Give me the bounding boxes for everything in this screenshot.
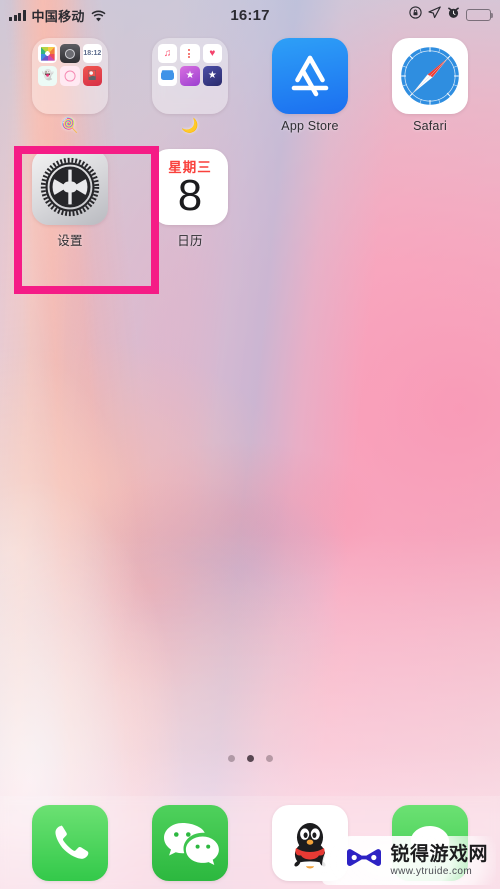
ghost-app-icon: 👻 — [38, 66, 58, 86]
safari-label: Safari — [413, 119, 447, 133]
gamepad-bowtie-icon — [347, 849, 382, 866]
home-screen-grid: 18:12 👻 🎴 🍭 ♫ ♥ ★ ★ 🌙 App Store Safari 设… — [0, 38, 500, 249]
safari[interactable]: Safari — [370, 38, 490, 133]
folder-photography-icon[interactable]: 18:12 👻 🎴 — [32, 38, 108, 114]
folder-media-icon[interactable]: ♫ ♥ ★ ★ — [152, 38, 228, 114]
photos-icon — [38, 44, 58, 64]
page-indicator-dots[interactable] — [0, 755, 500, 762]
settings-gear-icon[interactable] — [32, 149, 108, 225]
photo-booth-icon: ★ — [180, 66, 200, 86]
reminders-icon — [180, 44, 200, 64]
status-bar: 中国移动 16:17 — [0, 0, 500, 30]
phone-handset-icon — [55, 825, 89, 859]
settings-label: 设置 — [57, 234, 83, 248]
calendar-day-number: 8 — [177, 171, 203, 220]
calendar[interactable]: 星期三 8 日历 — [130, 149, 250, 249]
calendar-icon[interactable]: 星期三 8 — [152, 149, 228, 225]
settings[interactable]: 设置 — [10, 149, 130, 249]
folder-media-label: 🌙 — [181, 117, 199, 133]
pink-camera-icon — [60, 66, 80, 86]
page-dot[interactable] — [227, 755, 235, 762]
watermark-url: www.ytruide.com — [390, 866, 473, 877]
app-store-icon[interactable] — [272, 38, 348, 114]
empty-slot — [250, 149, 370, 249]
app-store[interactable]: App Store — [250, 38, 370, 133]
app-store-label: App Store — [281, 119, 339, 133]
red-app-icon: 🎴 — [82, 66, 102, 86]
music-icon: ♫ — [158, 44, 178, 64]
empty-slot — [370, 149, 490, 249]
folder-photography[interactable]: 18:12 👻 🎴 🍭 — [10, 38, 130, 133]
folder-photography-label: 🍭 — [61, 117, 79, 133]
folder-media[interactable]: ♫ ♥ ★ ★ 🌙 — [130, 38, 250, 133]
timer-app-icon: 18:12 — [82, 44, 102, 64]
safari-compass-icon[interactable] — [392, 38, 468, 114]
health-icon: ♥ — [202, 44, 222, 64]
page-dot[interactable] — [265, 755, 273, 762]
status-bar-clock: 16:17 — [230, 6, 270, 24]
wechat[interactable] — [152, 804, 228, 881]
watermark: 锐得游戏网 www.ytruide.com — [322, 836, 496, 885]
watermark-text: 锐得游戏网 www.ytruide.com — [390, 845, 488, 877]
files-icon — [158, 66, 178, 86]
page-dot-active[interactable] — [246, 755, 254, 762]
battery-icon — [466, 9, 494, 21]
watermark-site-name: 锐得游戏网 — [390, 844, 488, 865]
wechat-bubbles-icon — [164, 822, 219, 865]
calendar-label: 日历 — [177, 234, 203, 248]
phone[interactable] — [32, 804, 108, 881]
camera-icon — [60, 44, 80, 64]
imovie-icon: ★ — [202, 66, 222, 86]
